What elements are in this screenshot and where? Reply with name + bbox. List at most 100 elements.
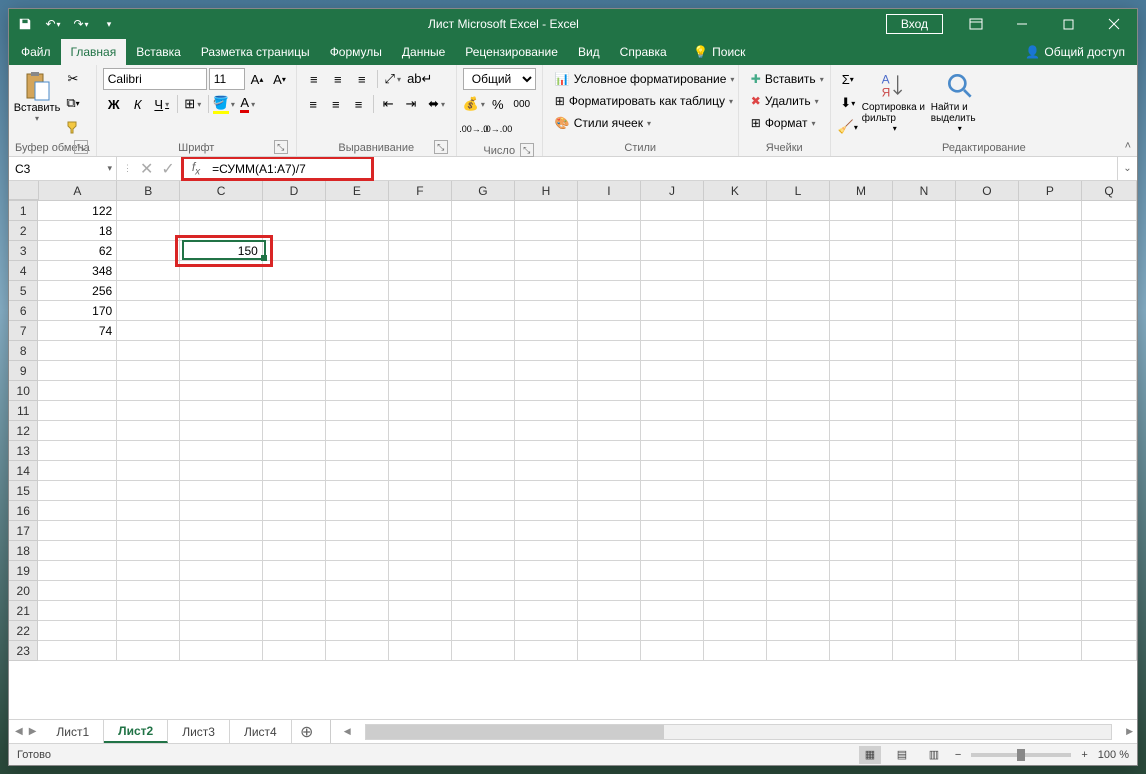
comma-icon[interactable]: 000: [511, 93, 533, 115]
minimize-icon[interactable]: [999, 9, 1045, 39]
cell-N15[interactable]: [893, 481, 956, 501]
increase-font-icon[interactable]: A▴: [247, 68, 268, 90]
ribbon-display-icon[interactable]: [953, 9, 999, 39]
cell-F21[interactable]: [389, 601, 452, 621]
cell-B9[interactable]: [117, 361, 180, 381]
cell-B7[interactable]: [117, 321, 180, 341]
cell-E17[interactable]: [326, 521, 389, 541]
row-header[interactable]: 7: [9, 321, 38, 341]
cell-G21[interactable]: [452, 601, 515, 621]
cell-N4[interactable]: [893, 261, 956, 281]
cell-Q20[interactable]: [1082, 581, 1137, 601]
cell-K6[interactable]: [704, 301, 767, 321]
cell-I21[interactable]: [578, 601, 641, 621]
cell-E12[interactable]: [326, 421, 389, 441]
cell-I13[interactable]: [578, 441, 641, 461]
cell-D22[interactable]: [263, 621, 326, 641]
cell-G4[interactable]: [452, 261, 515, 281]
cell-J9[interactable]: [641, 361, 704, 381]
maximize-icon[interactable]: [1045, 9, 1091, 39]
col-header-E[interactable]: E: [326, 181, 389, 200]
hscroll-right-icon[interactable]: ▶: [1126, 726, 1133, 737]
cell-O7[interactable]: [956, 321, 1019, 341]
col-header-F[interactable]: F: [389, 181, 452, 200]
cell-A17[interactable]: [38, 521, 117, 541]
cell-E19[interactable]: [326, 561, 389, 581]
col-header-Q[interactable]: Q: [1082, 181, 1137, 200]
cell-E23[interactable]: [326, 641, 389, 661]
cell-L8[interactable]: [767, 341, 830, 361]
cell-J16[interactable]: [641, 501, 704, 521]
cell-I14[interactable]: [578, 461, 641, 481]
cell-E9[interactable]: [326, 361, 389, 381]
cell-A18[interactable]: [38, 541, 117, 561]
close-icon[interactable]: [1091, 9, 1137, 39]
zoom-in-icon[interactable]: +: [1081, 749, 1087, 761]
cell-J18[interactable]: [641, 541, 704, 561]
cell-H15[interactable]: [515, 481, 578, 501]
cell-C22[interactable]: [180, 621, 263, 641]
cell-K12[interactable]: [704, 421, 767, 441]
cell-B10[interactable]: [117, 381, 180, 401]
delete-cells-button[interactable]: ✖Удалить▾: [745, 90, 825, 112]
cell-P9[interactable]: [1019, 361, 1082, 381]
cell-P3[interactable]: [1019, 241, 1082, 261]
cell-Q22[interactable]: [1082, 621, 1137, 641]
cell-J14[interactable]: [641, 461, 704, 481]
cell-C19[interactable]: [180, 561, 263, 581]
cell-Q14[interactable]: [1082, 461, 1137, 481]
cell-H13[interactable]: [515, 441, 578, 461]
cell-N6[interactable]: [893, 301, 956, 321]
cell-F4[interactable]: [389, 261, 452, 281]
cell-N13[interactable]: [893, 441, 956, 461]
cell-B2[interactable]: [117, 221, 180, 241]
cell-H21[interactable]: [515, 601, 578, 621]
cell-N23[interactable]: [893, 641, 956, 661]
cell-A7[interactable]: 74: [38, 321, 117, 341]
cell-E10[interactable]: [326, 381, 389, 401]
fx-icon[interactable]: fx: [184, 160, 208, 177]
cell-G23[interactable]: [452, 641, 515, 661]
cell-H23[interactable]: [515, 641, 578, 661]
cell-G16[interactable]: [452, 501, 515, 521]
col-header-J[interactable]: J: [641, 181, 704, 200]
cell-I6[interactable]: [578, 301, 641, 321]
cell-K8[interactable]: [704, 341, 767, 361]
autosum-icon[interactable]: Σ▾: [837, 68, 859, 90]
cell-E14[interactable]: [326, 461, 389, 481]
row-header[interactable]: 17: [9, 521, 38, 541]
cell-C16[interactable]: [180, 501, 263, 521]
zoom-level[interactable]: 100 %: [1098, 749, 1129, 761]
col-header-G[interactable]: G: [452, 181, 515, 200]
cell-L19[interactable]: [767, 561, 830, 581]
cell-D9[interactable]: [263, 361, 326, 381]
cell-I5[interactable]: [578, 281, 641, 301]
cell-D23[interactable]: [263, 641, 326, 661]
cell-I15[interactable]: [578, 481, 641, 501]
cell-G10[interactable]: [452, 381, 515, 401]
cell-E15[interactable]: [326, 481, 389, 501]
cell-E3[interactable]: [326, 241, 389, 261]
cell-O22[interactable]: [956, 621, 1019, 641]
cell-A4[interactable]: 348: [38, 261, 117, 281]
cell-J21[interactable]: [641, 601, 704, 621]
cell-L23[interactable]: [767, 641, 830, 661]
cell-A2[interactable]: 18: [38, 221, 117, 241]
cell-A14[interactable]: [38, 461, 117, 481]
merge-icon[interactable]: ⬌▾: [423, 93, 449, 115]
menu-формулы[interactable]: Формулы: [320, 39, 392, 65]
align-center-icon[interactable]: ≡: [325, 93, 346, 115]
cell-B20[interactable]: [117, 581, 180, 601]
cell-H8[interactable]: [515, 341, 578, 361]
cell-M11[interactable]: [830, 401, 893, 421]
cell-O4[interactable]: [956, 261, 1019, 281]
menu-вид[interactable]: Вид: [568, 39, 610, 65]
name-box[interactable]: C3▾: [9, 157, 117, 180]
cell-P22[interactable]: [1019, 621, 1082, 641]
cell-K21[interactable]: [704, 601, 767, 621]
cell-P19[interactable]: [1019, 561, 1082, 581]
cell-Q18[interactable]: [1082, 541, 1137, 561]
cell-L18[interactable]: [767, 541, 830, 561]
cell-O18[interactable]: [956, 541, 1019, 561]
row-header[interactable]: 6: [9, 301, 38, 321]
